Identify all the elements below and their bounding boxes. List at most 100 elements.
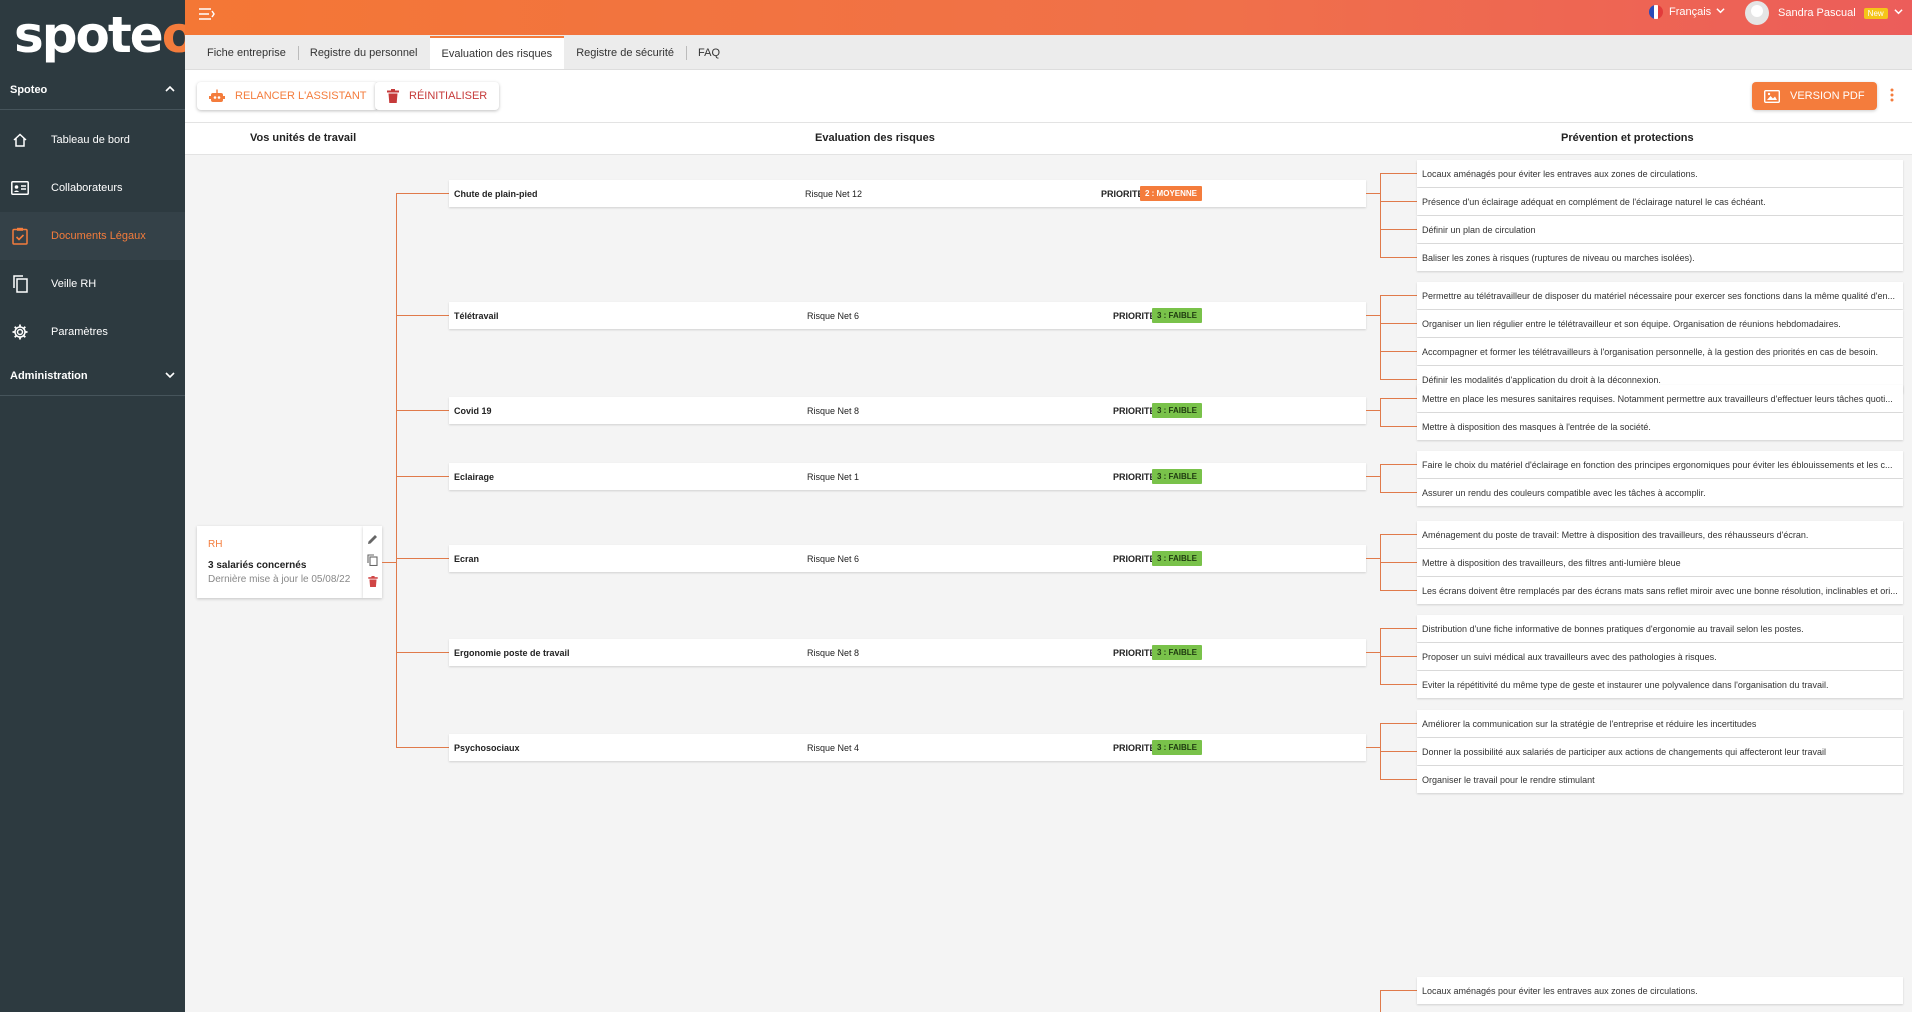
prevention-item[interactable]: Améliorer la communication sur la straté… (1417, 710, 1903, 737)
language-selector[interactable]: Français (1649, 5, 1725, 19)
connector-line (1380, 723, 1417, 724)
connector-line (1366, 193, 1381, 194)
connector-line (1380, 257, 1417, 258)
priority-label: PRIORITE (1113, 554, 1156, 564)
connector-line (1380, 751, 1417, 752)
sidebar-section-administration[interactable]: Administration (0, 356, 185, 396)
menu-collapse-icon[interactable] (199, 7, 215, 25)
prevention-item[interactable]: Présence d'un éclairage adéquat en compl… (1417, 188, 1903, 215)
connector-line (1380, 779, 1417, 780)
connector-line (1380, 398, 1381, 427)
tab-registre-du-personnel[interactable]: Registre du personnel (297, 36, 430, 69)
prevention-item[interactable]: Eviter la répétitivité du même type de g… (1417, 671, 1903, 698)
delete-icon[interactable] (367, 574, 378, 592)
connector-line (396, 652, 449, 653)
connector-line (1380, 173, 1381, 258)
edit-icon[interactable] (367, 532, 378, 550)
sidebar-item-veille-rh[interactable]: Veille RH (0, 260, 185, 308)
priority-label: PRIORITE (1101, 189, 1144, 199)
connector-line (1366, 315, 1381, 316)
pdf-version-button[interactable]: VERSION PDF (1752, 82, 1877, 110)
sidebar-section-spoteo[interactable]: Spoteo (0, 70, 185, 110)
gear-icon (9, 321, 31, 343)
trash-icon (387, 89, 399, 103)
connector-line (1380, 351, 1417, 352)
prevention-item[interactable]: Aménagement du poste de travail: Mettre … (1417, 521, 1903, 548)
prevention-item[interactable]: Distribution d'une fiche informative de … (1417, 615, 1903, 642)
more-options-icon[interactable] (1890, 88, 1894, 105)
risk-name: Chute de plain-pied (454, 189, 538, 199)
sidebar-section-label: Spoteo (10, 83, 48, 96)
user-menu[interactable]: Sandra Pascual New (1745, 0, 1903, 26)
prevention-item[interactable]: Locaux aménagés pour éviter les entraves… (1417, 977, 1903, 1004)
prevention-item[interactable]: Mettre en place les mesures sanitaires r… (1417, 385, 1903, 412)
prevention-item[interactable]: Assurer un rendu des couleurs compatible… (1417, 479, 1903, 506)
prevention-item[interactable]: Mettre à disposition des masques à l'ent… (1417, 413, 1903, 440)
relaunch-assistant-label: RELANCER L'ASSISTANT (235, 90, 367, 102)
reset-label: RÉINITIALISER (409, 90, 488, 102)
priority-level-badge: 3 : FAIBLE (1152, 403, 1203, 418)
sidebar-item-tableau-de-bord[interactable]: Tableau de bord (0, 116, 185, 164)
prevention-item[interactable]: Locaux aménagés pour éviter les entraves… (1417, 160, 1903, 187)
prevention-item[interactable]: Les écrans doivent être remplacés par de… (1417, 577, 1903, 604)
duplicate-icon[interactable] (367, 553, 378, 571)
risk-name: Ecran (454, 554, 480, 564)
risk-name: Psychosociaux (454, 743, 520, 753)
reset-button[interactable]: RÉINITIALISER (375, 82, 500, 110)
priority-label: PRIORITE (1113, 406, 1156, 416)
prevention-item[interactable]: Baliser les zones à risques (ruptures de… (1417, 244, 1903, 271)
sidebar-item-documents-légaux[interactable]: Documents Légaux (0, 212, 185, 260)
risk-net-score: Risque Net 8 (807, 406, 860, 416)
connector-line (1380, 295, 1381, 380)
risk-row[interactable]: Ecran Risque Net 6 PRIORITE 3 : FAIBLE (449, 545, 1366, 572)
prevention-item[interactable]: Donner la possibilité aux salariés de pa… (1417, 738, 1903, 765)
risk-tree: RH 3 salariés concernés Dernière mise à … (185, 155, 1912, 1012)
connector-line (1380, 464, 1381, 493)
prevention-item[interactable]: Organiser le travail pour le rendre stim… (1417, 766, 1903, 793)
column-header-units: Vos unités de travail (250, 132, 357, 144)
risk-row[interactable]: Ergonomie poste de travail Risque Net 8 PR… (449, 639, 1366, 666)
connector-line (1380, 534, 1417, 535)
risk-row[interactable]: Psychosociaux Risque Net 4 PRIORITE 3 : FAI… (449, 734, 1366, 761)
connector-line (396, 315, 449, 316)
work-unit-card[interactable]: RH 3 salariés concernés Dernière mise à … (197, 526, 363, 598)
connector-line (396, 476, 449, 477)
prevention-item[interactable]: Mettre à disposition des travailleurs, d… (1417, 549, 1903, 576)
column-header-prevention: Prévention et protections (1561, 132, 1694, 144)
sidebar: spote o Spoteo Tableau de bord Collaborate… (0, 0, 196, 1012)
risk-net-score: Risque Net 8 (807, 648, 860, 658)
prevention-item[interactable]: Accompagner et former les télétravailleu… (1417, 338, 1903, 365)
risk-row[interactable]: Chute de plain-pied Risque Net 12 PRIORITE… (449, 180, 1366, 207)
sidebar-item-paramètres[interactable]: Paramètres (0, 308, 185, 356)
risk-row[interactable]: Télétravail Risque Net 6 PRIORITE 3 : FAIBL… (449, 302, 1366, 329)
priority-level-badge: 3 : FAIBLE (1152, 308, 1203, 323)
spoteo-logo[interactable]: spote o (0, 0, 196, 70)
connector-line (1380, 379, 1417, 380)
priority-label: PRIORITE (1113, 472, 1156, 482)
connector-line (1366, 476, 1381, 477)
connector-line (1380, 492, 1417, 493)
tab-evaluation-des-risques[interactable]: Evaluation des risques (429, 36, 565, 69)
clipboard-check-icon (9, 225, 31, 247)
language-label: Français (1669, 6, 1712, 18)
prevention-item[interactable]: Faire le choix du matériel d'éclairage e… (1417, 451, 1903, 478)
sidebar-item-collaborateurs[interactable]: Collaborateurs (0, 164, 185, 212)
prevention-item[interactable]: Proposer un suivi médical aux travailleu… (1417, 643, 1903, 670)
relaunch-assistant-button[interactable]: RELANCER L'ASSISTANT (197, 82, 379, 110)
tab-fiche-entreprise[interactable]: Fiche entreprise (195, 36, 298, 69)
tab-registre-de-sécurité[interactable]: Registre de sécurité (564, 36, 686, 69)
prevention-item[interactable]: Définir un plan de circulation (1417, 216, 1903, 243)
priority-level-badge: 3 : FAIBLE (1152, 469, 1203, 484)
tab-faq[interactable]: FAQ (686, 36, 732, 69)
new-badge: New (1863, 7, 1888, 19)
connector-line (1380, 426, 1417, 427)
risk-name: Eclairage (454, 472, 495, 482)
prevention-item[interactable]: Permettre au télétravailleur de disposer… (1417, 282, 1903, 309)
priority-level-badge: 2 : MOYENNE (1140, 186, 1203, 201)
risk-row[interactable]: Covid 19 Risque Net 8 PRIORITE 3 : FAIBLE (449, 397, 1366, 424)
connector-line (1380, 229, 1417, 230)
prevention-item[interactable]: Organiser un lien régulier entre le télé… (1417, 310, 1903, 337)
connector-line (396, 747, 449, 748)
risk-row[interactable]: Eclairage Risque Net 1 PRIORITE 3 : FAIBLE (449, 463, 1366, 490)
tab-bar: Fiche entreprise Registre du personnel Eva… (185, 35, 1912, 70)
